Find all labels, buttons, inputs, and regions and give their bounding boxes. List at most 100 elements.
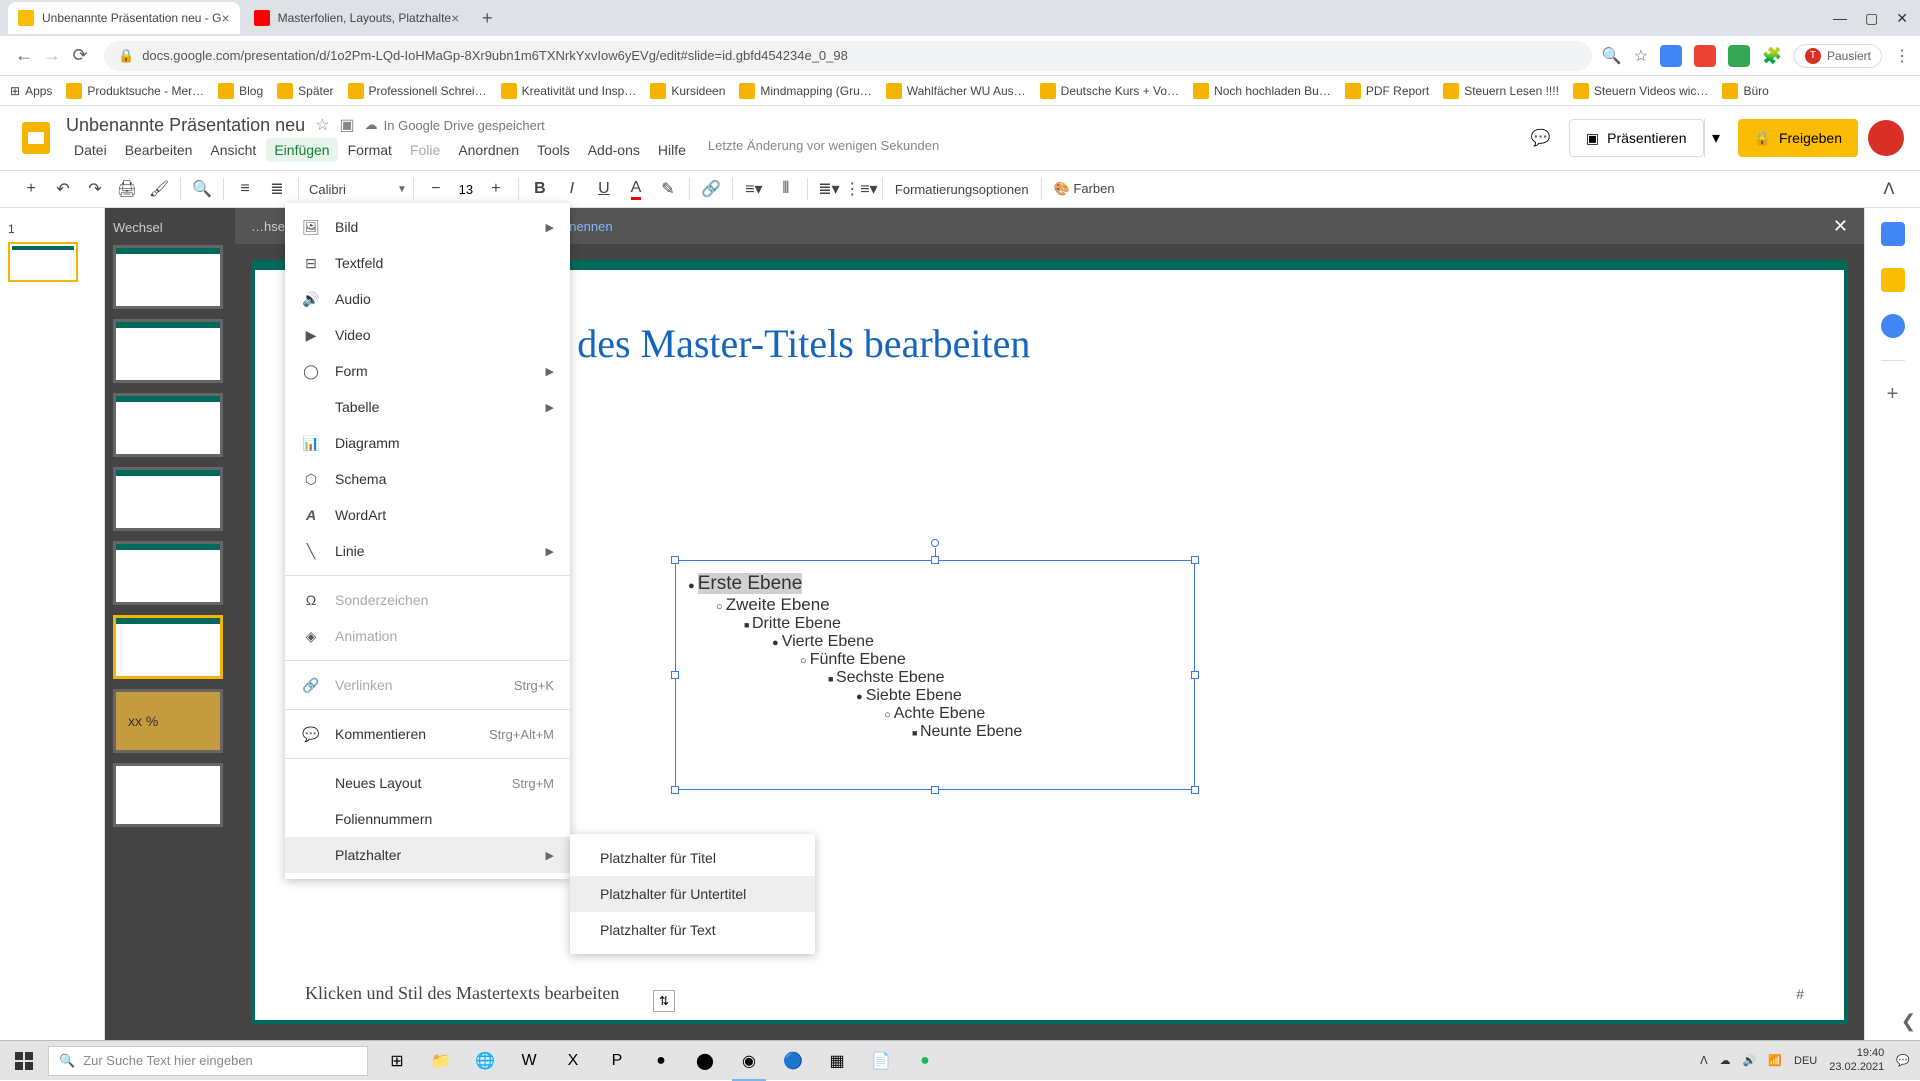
share-button[interactable]: 🔒 Freigeben [1738,119,1858,157]
level-text[interactable]: Sechste Ebene [828,669,1182,687]
extension-icon[interactable] [1694,45,1716,67]
taskbar-search-input[interactable]: 🔍 Zur Suche Text hier eingeben [48,1046,368,1076]
star-icon[interactable]: ☆ [315,115,329,135]
resize-handle[interactable] [1191,786,1199,794]
menu-folie[interactable]: Folie [402,138,448,162]
task-view-button[interactable]: ⊞ [376,1041,418,1081]
app-icon[interactable]: ▦ [816,1041,858,1081]
resize-handle[interactable] [1191,556,1199,564]
forward-button[interactable]: → [38,42,66,70]
text-color-button[interactable]: A [621,174,651,204]
bookmark-item[interactable]: Wahlfächer WU Aus… [886,83,1026,99]
present-dropdown-button[interactable]: ▾ [1704,119,1728,157]
autofit-button[interactable]: ⇅ [653,990,675,1012]
close-master-button[interactable]: ✕ [1833,216,1848,237]
underline-button[interactable]: U [589,174,619,204]
browser-tab[interactable]: Masterfolien, Layouts, Platzhalte × [244,2,470,34]
extension-icon[interactable] [1660,45,1682,67]
word-icon[interactable]: W [508,1041,550,1081]
menu-hilfe[interactable]: Hilfe [650,138,694,162]
tray-chevron-icon[interactable]: ᐱ [1700,1054,1708,1067]
resize-handle[interactable] [931,556,939,564]
increase-size-button[interactable]: + [481,174,511,204]
decrease-size-button[interactable]: − [421,174,451,204]
spotify-icon[interactable]: ● [904,1041,946,1081]
explorer-icon[interactable]: 📁 [420,1041,462,1081]
align-button[interactable]: ≡▾ [739,174,769,204]
bookmark-item[interactable]: Kreativität und Insp… [501,83,637,99]
volume-icon[interactable]: 🔊 [1743,1054,1757,1067]
undo-button[interactable]: ↶ [48,174,78,204]
collapse-toolbar-button[interactable]: ᐱ [1874,174,1904,204]
excel-icon[interactable]: X [552,1041,594,1081]
align-left-button[interactable]: ≡ [230,174,260,204]
zoom-button[interactable]: 🔍 [187,174,217,204]
close-icon[interactable]: ✕ [1896,10,1908,27]
browser-tab-active[interactable]: Unbenannte Präsentation neu - G × [8,2,240,34]
onedrive-icon[interactable]: ☁ [1720,1054,1731,1067]
menu-item-audio[interactable]: 🔊Audio [285,281,570,317]
colors-button[interactable]: 🎨 Farben [1048,181,1121,197]
menu-item-video[interactable]: ▶Video [285,317,570,353]
level-text[interactable]: Fünfte Ebene [800,651,1182,669]
italic-button[interactable]: I [557,174,587,204]
zoom-icon[interactable]: 🔍 [1602,46,1622,66]
bookmark-item[interactable]: Noch hochladen Bu… [1193,83,1331,99]
level-text[interactable]: Zweite Ebene [716,595,1182,615]
present-button[interactable]: ▣ Präsentieren [1569,119,1704,157]
paint-format-button[interactable]: 🖌 [144,174,174,204]
layout-thumbnail[interactable]: xx % [113,689,223,753]
numbered-list-button[interactable]: ≣▾ [814,174,844,204]
bookmark-item[interactable]: PDF Report [1345,83,1429,99]
menu-ansicht[interactable]: Ansicht [202,138,264,162]
wifi-icon[interactable]: 📶 [1768,1054,1782,1067]
level-text[interactable]: Achte Ebene [884,705,1182,723]
level-text[interactable]: Erste Ebene [688,573,1182,595]
menu-item-wordart[interactable]: AWordArt [285,497,570,533]
menu-icon[interactable]: ⋮ [1894,46,1910,66]
extension-icon[interactable] [1728,45,1750,67]
resize-handle[interactable] [671,671,679,679]
level-text[interactable]: Neunte Ebene [912,723,1182,741]
obs-icon[interactable]: ⬤ [684,1041,726,1081]
layout-thumbnail[interactable] [113,393,223,457]
tasks-icon[interactable] [1881,314,1905,338]
align-button[interactable]: ≣ [262,174,292,204]
menu-addons[interactable]: Add-ons [580,138,648,162]
account-avatar[interactable] [1868,120,1904,156]
page-number-placeholder[interactable]: # [1796,986,1804,1002]
menu-item-diagramm[interactable]: 📊Diagramm [285,425,570,461]
star-icon[interactable]: ☆ [1634,46,1648,66]
menu-item-form[interactable]: ◯Form▶ [285,353,570,389]
save-status[interactable]: ☁In Google Drive gespeichert [365,117,545,133]
bookmark-item[interactable]: Steuern Lesen !!!! [1443,83,1559,99]
menu-item-platzhalter[interactable]: Platzhalter▶ [285,837,570,873]
back-button[interactable]: ← [10,42,38,70]
bookmark-item[interactable]: Professionell Schrei… [348,83,487,99]
close-icon[interactable]: × [451,10,459,26]
line-spacing-button[interactable]: ⫴ [771,174,801,204]
layout-thumbnail[interactable] [113,245,223,309]
level-text[interactable]: Dritte Ebene [744,615,1182,633]
notepad-icon[interactable]: 📄 [860,1041,902,1081]
new-slide-button[interactable]: + [16,174,46,204]
move-icon[interactable]: ▣ [340,115,355,135]
resize-handle[interactable] [671,786,679,794]
menu-format[interactable]: Format [340,138,400,162]
minimize-icon[interactable]: — [1833,10,1847,27]
browser-icon[interactable]: 🔵 [772,1041,814,1081]
slide-thumbnail[interactable] [8,242,78,282]
submenu-item-text[interactable]: Platzhalter für Text [570,912,815,948]
submenu-item-untertitel[interactable]: Platzhalter für Untertitel [570,876,815,912]
bookmark-item[interactable]: Kursideen [650,83,725,99]
insert-link-button[interactable]: 🔗 [696,174,726,204]
level-text[interactable]: Siebte Ebene [856,687,1182,705]
font-select[interactable]: Calibri [305,178,395,201]
last-edit-text[interactable]: Letzte Änderung vor wenigen Sekunden [708,138,939,162]
layout-thumbnail[interactable] [113,541,223,605]
bulleted-list-button[interactable]: ⋮≡▾ [846,174,876,204]
format-options-button[interactable]: Formatierungsoptionen [889,182,1035,197]
bookmark-item[interactable]: Büro [1722,83,1768,99]
menu-anordnen[interactable]: Anordnen [450,138,527,162]
chrome-icon[interactable]: ◉ [728,1041,770,1081]
